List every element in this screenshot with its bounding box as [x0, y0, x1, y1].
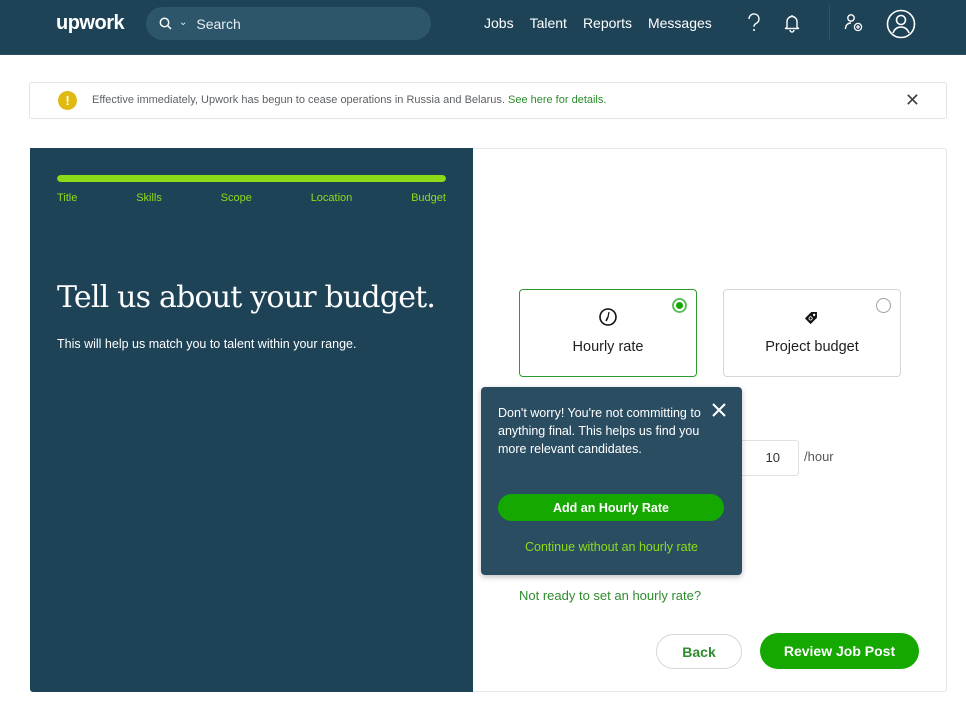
- price-tag-icon: [724, 307, 900, 327]
- step-budget: Budget: [411, 192, 446, 204]
- help-icon[interactable]: [741, 10, 767, 36]
- option-label: Project budget: [765, 339, 859, 355]
- nav-link-jobs[interactable]: Jobs: [484, 15, 514, 31]
- step-title: Title: [57, 192, 78, 204]
- banner-details-link[interactable]: See here for details.: [508, 94, 606, 106]
- hourly-rate-input[interactable]: 10: [740, 440, 799, 476]
- avatar-icon[interactable]: [885, 8, 917, 40]
- upwork-logo[interactable]: upwork: [56, 12, 125, 35]
- warning-icon: !: [58, 91, 77, 110]
- close-icon[interactable]: ✕: [905, 91, 920, 109]
- step-skills: Skills: [136, 192, 162, 204]
- left-panel: Title Skills Scope Location Budget Tell …: [30, 148, 473, 692]
- option-hourly-rate[interactable]: Hourly rate: [519, 289, 697, 377]
- banner-message: Effective immediately, Upwork has begun …: [92, 94, 606, 106]
- step-scope: Scope: [220, 192, 252, 204]
- chevron-down-icon[interactable]: ⌄: [179, 17, 187, 28]
- top-navigation: upwork ⌄ Search Jobs Talent Reports Mess…: [0, 0, 966, 55]
- not-ready-link[interactable]: Not ready to set an hourly rate?: [519, 588, 701, 603]
- search-placeholder[interactable]: Search: [196, 16, 240, 32]
- tooltip-message: Don't worry! You're not committing to an…: [498, 406, 701, 456]
- continue-without-rate-link[interactable]: Continue without an hourly rate: [481, 540, 742, 554]
- banner-text: Effective immediately, Upwork has begun …: [92, 94, 508, 106]
- nav-link-talent[interactable]: Talent: [530, 15, 567, 31]
- notice-banner: ! Effective immediately, Upwork has begu…: [29, 82, 947, 119]
- radio-hourly-rate[interactable]: [672, 298, 687, 313]
- rate-unit-label: /hour: [804, 449, 834, 464]
- search-bar[interactable]: ⌄ Search: [146, 7, 431, 40]
- clock-icon: [520, 307, 696, 327]
- option-label: Hourly rate: [572, 339, 644, 355]
- bell-icon[interactable]: [779, 10, 805, 36]
- add-hourly-rate-button[interactable]: Add an Hourly Rate: [498, 494, 724, 521]
- review-job-post-button[interactable]: Review Job Post: [760, 633, 919, 669]
- progress-steps: Title Skills Scope Location Budget: [57, 192, 446, 204]
- page-subtitle: This will help us match you to talent wi…: [57, 337, 357, 351]
- step-location: Location: [310, 192, 353, 204]
- option-project-budget[interactable]: Project budget: [723, 289, 901, 377]
- radio-project-budget[interactable]: [876, 298, 891, 313]
- nav-links: Jobs Talent Reports Messages: [484, 15, 728, 31]
- hourly-rate-tooltip: Don't worry! You're not committing to an…: [481, 387, 742, 575]
- progress-fill: [57, 175, 446, 182]
- nav-divider: [829, 5, 830, 41]
- progress-bar: [57, 175, 446, 182]
- nav-link-messages[interactable]: Messages: [648, 15, 712, 31]
- back-button[interactable]: Back: [656, 634, 742, 669]
- nav-link-reports[interactable]: Reports: [583, 15, 632, 31]
- add-user-icon[interactable]: [841, 10, 867, 36]
- page-title: Tell us about your budget.: [57, 280, 436, 315]
- close-icon[interactable]: [711, 402, 727, 418]
- search-icon: [159, 17, 173, 31]
